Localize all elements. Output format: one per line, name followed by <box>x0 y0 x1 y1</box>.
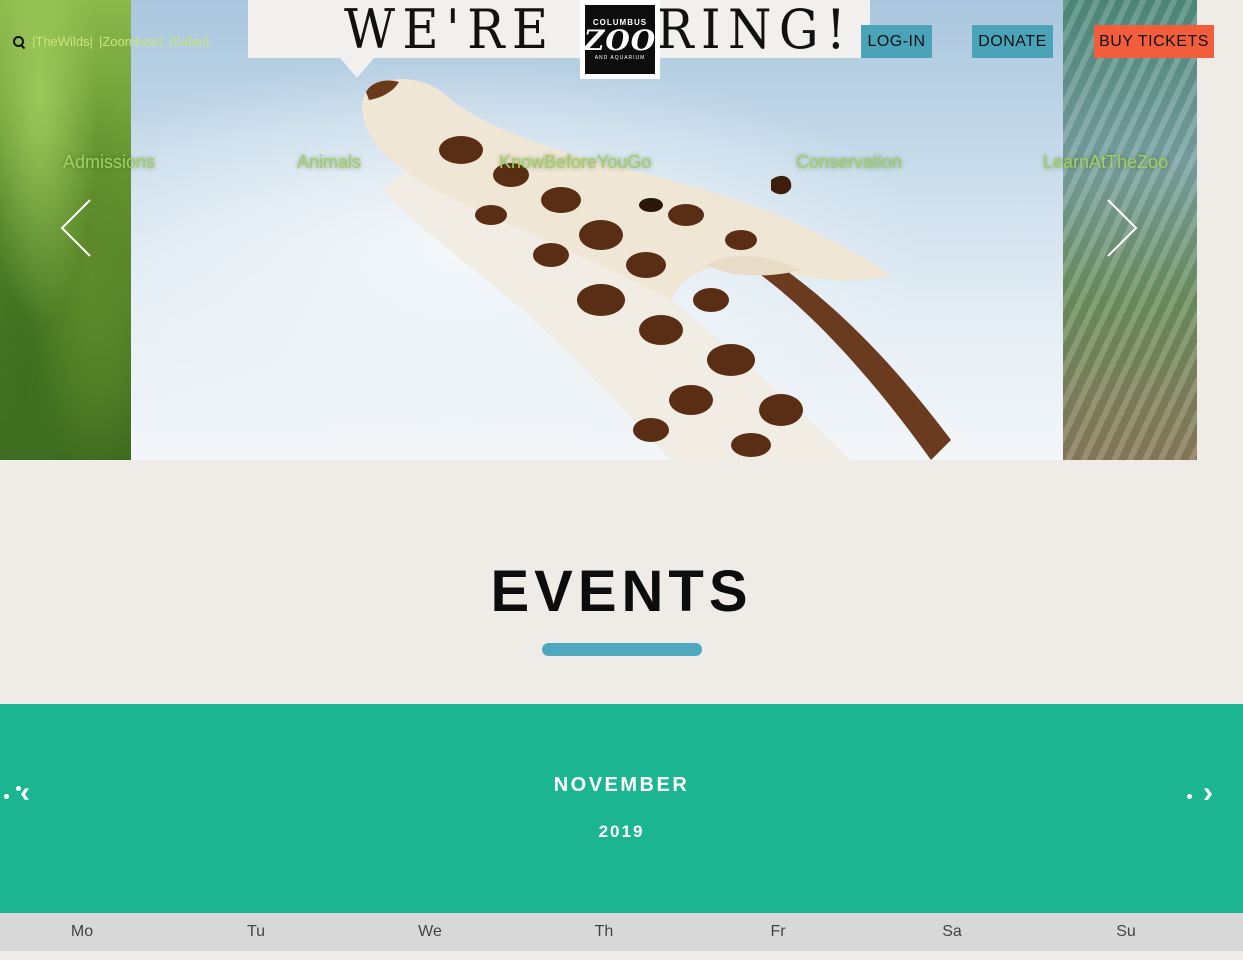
hiring-banner[interactable]: WE'RE HIRING! <box>248 0 870 78</box>
donate-button[interactable]: DONATE <box>972 25 1053 58</box>
weekday-label: Mo <box>70 923 94 940</box>
calendar-year: 2019 <box>598 822 645 841</box>
nav-item-learn-at-the-zoo[interactable]: LearnAtTheZoo <box>1043 152 1168 173</box>
nav-item-know-before-you-go[interactable]: KnowBeforeYouGo <box>499 152 651 173</box>
weekday-label: Su <box>1116 923 1136 940</box>
hiring-banner-text: WE'RE HIRING! <box>344 0 854 61</box>
link-zoombezi[interactable]: |Zoombezi| <box>99 34 163 49</box>
hero-carousel: WE'RE HIRING! COLUMBUS ZOO AND AQUARIUM … <box>0 0 1243 460</box>
nav-item-animals[interactable]: Animals <box>297 152 361 173</box>
login-button[interactable]: LOG-IN <box>861 25 932 58</box>
chevron-right-icon[interactable] <box>1100 198 1140 258</box>
logo-main-text: ZOO <box>583 24 657 57</box>
logo-bottom-text: AND AQUARIUM <box>594 55 646 61</box>
chevron-left-icon[interactable] <box>58 198 98 258</box>
nav-item-admissions[interactable]: Admissions <box>63 152 155 173</box>
calendar-header: ‹ NOVEMBER 2019 › <box>0 704 1243 913</box>
weekday-label: Tu <box>246 923 266 940</box>
link-the-wilds[interactable]: |TheWilds| <box>32 34 93 49</box>
calendar-next-button[interactable]: › <box>1203 778 1213 808</box>
search-icon[interactable] <box>12 35 26 49</box>
main-nav: Admissions Animals KnowBeforeYouGo Conse… <box>0 152 1243 176</box>
buy-tickets-button[interactable]: BUY TICKETS <box>1094 25 1214 58</box>
calendar-month: NOVEMBER <box>553 774 690 796</box>
weekday-label: Sa <box>942 923 962 940</box>
weekday-label: Fr <box>770 923 786 940</box>
weekday-label: We <box>418 923 442 940</box>
calendar-weekdays: Mo Tu We Th Fr Sa Su <box>0 913 1243 951</box>
zoo-logo[interactable]: COLUMBUS ZOO AND AQUARIUM <box>580 0 660 79</box>
events-underline <box>542 643 702 656</box>
top-links: |TheWilds| |Zoombezi| |Safari| <box>12 34 210 49</box>
nav-item-conservation[interactable]: Conservation <box>796 152 902 173</box>
link-safari[interactable]: |Safari| <box>169 34 210 49</box>
events-title: EVENTS <box>490 559 753 624</box>
weekday-label: Th <box>594 923 614 940</box>
events-section: EVENTS <box>0 460 1243 704</box>
